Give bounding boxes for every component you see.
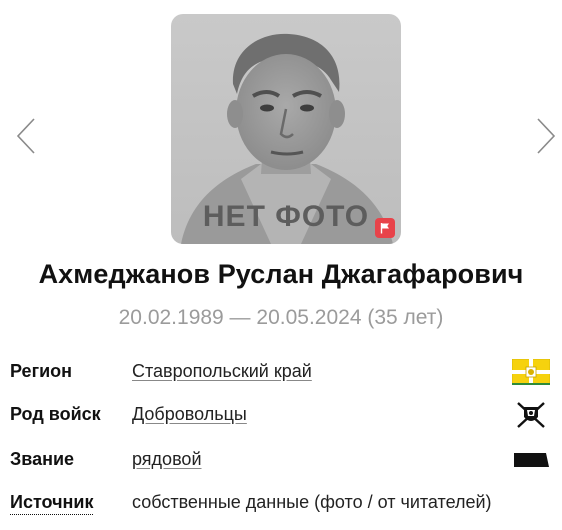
- rank-insignia-icon: [512, 445, 550, 475]
- person-photo[interactable]: НЕТ ФОТО: [171, 14, 401, 244]
- source-value: собственные данные (фото / от читателей): [132, 492, 492, 512]
- region-label: Регион: [10, 361, 72, 381]
- rank-link[interactable]: рядовой: [132, 449, 202, 470]
- prev-arrow-button[interactable]: [14, 116, 38, 156]
- region-flag-icon: [512, 357, 550, 387]
- report-flag-button[interactable]: [375, 218, 395, 238]
- chevron-right-icon: [537, 118, 556, 154]
- branch-link[interactable]: Добровольцы: [132, 404, 247, 425]
- region-link[interactable]: Ставропольский край: [132, 361, 312, 382]
- detail-row-region: Регион Ставропольский край: [10, 357, 550, 387]
- rank-label: Звание: [10, 449, 75, 469]
- life-dates: 20.02.1989 — 20.05.2024 (35 лет): [118, 306, 444, 329]
- branch-label: Род войск: [10, 404, 101, 424]
- flag-icon: [380, 223, 389, 234]
- source-label[interactable]: Источник: [10, 492, 94, 515]
- detail-row-rank: Звание рядовой: [10, 445, 550, 475]
- person-name: Ахмеджанов Руслан Джагафарович: [38, 259, 524, 289]
- detail-row-branch: Род войск Добровольцы: [10, 400, 550, 430]
- no-photo-label: НЕТ ФОТО: [202, 200, 370, 233]
- detail-row-source: Источник собственные данные (фото / от ч…: [10, 488, 550, 518]
- volunteer-emblem-icon: [512, 400, 550, 430]
- chevron-left-icon: [16, 118, 35, 154]
- next-arrow-button[interactable]: [534, 116, 558, 156]
